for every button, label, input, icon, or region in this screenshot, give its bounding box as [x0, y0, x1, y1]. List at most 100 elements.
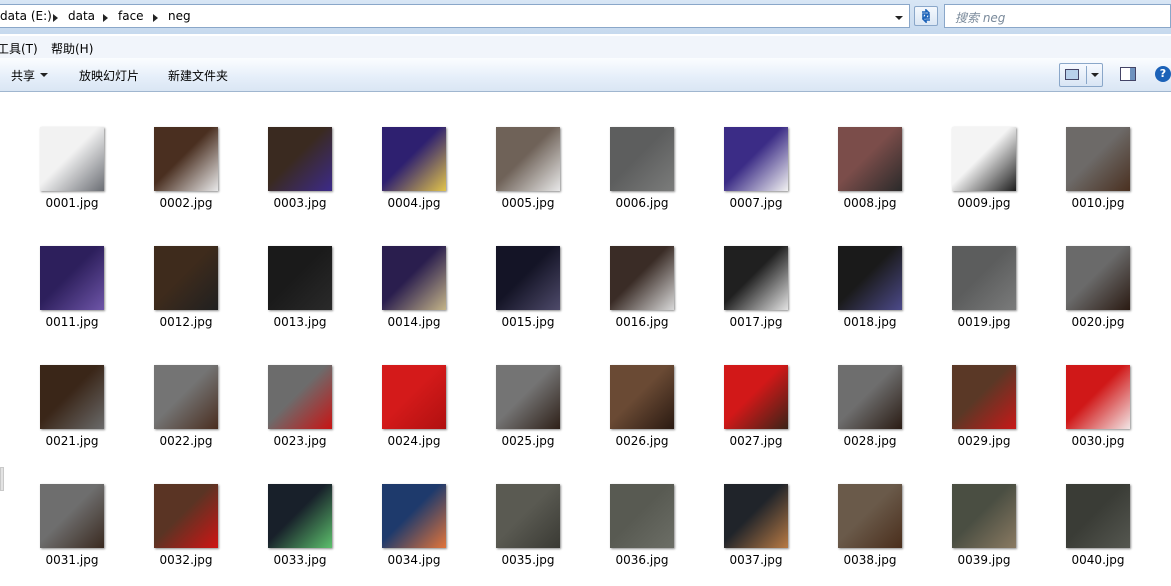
- file-item[interactable]: 0036.jpg: [597, 484, 687, 584]
- menu-tools[interactable]: 工具(T): [0, 40, 38, 57]
- file-item[interactable]: 0034.jpg: [369, 484, 459, 584]
- breadcrumb-separator-icon[interactable]: [153, 14, 158, 22]
- file-item[interactable]: 0010.jpg: [1053, 127, 1143, 227]
- thumbnail-image: [838, 246, 902, 310]
- file-name: 0019.jpg: [957, 315, 1011, 329]
- thumbnail-image: [382, 127, 446, 191]
- refresh-icon: [921, 9, 931, 23]
- menu-help[interactable]: 帮助(H): [51, 40, 93, 57]
- file-name: 0039.jpg: [957, 553, 1011, 567]
- file-item[interactable]: 0004.jpg: [369, 127, 459, 227]
- thumbnail-image: [724, 246, 788, 310]
- thumbnail-image: [496, 365, 560, 429]
- file-item[interactable]: 0032.jpg: [141, 484, 231, 584]
- file-name: 0037.jpg: [729, 553, 783, 567]
- file-item[interactable]: 0021.jpg: [27, 365, 117, 465]
- slideshow-button[interactable]: 放映幻灯片: [79, 67, 139, 84]
- help-icon[interactable]: ?: [1155, 66, 1171, 82]
- thumbnail-image: [40, 484, 104, 548]
- file-item[interactable]: 0017.jpg: [711, 246, 801, 346]
- file-name: 0017.jpg: [729, 315, 783, 329]
- file-item[interactable]: 0019.jpg: [939, 246, 1029, 346]
- breadcrumb-face[interactable]: face: [118, 9, 144, 23]
- file-item[interactable]: 0014.jpg: [369, 246, 459, 346]
- new-folder-button[interactable]: 新建文件夹: [168, 67, 228, 84]
- file-item[interactable]: 0020.jpg: [1053, 246, 1143, 346]
- file-item[interactable]: 0035.jpg: [483, 484, 573, 584]
- file-item[interactable]: 0033.jpg: [255, 484, 345, 584]
- file-item[interactable]: 0039.jpg: [939, 484, 1029, 584]
- file-item[interactable]: 0018.jpg: [825, 246, 915, 346]
- file-name: 0013.jpg: [273, 315, 327, 329]
- thumbnail-image: [382, 484, 446, 548]
- file-item[interactable]: 0037.jpg: [711, 484, 801, 584]
- file-name: 0001.jpg: [45, 196, 99, 210]
- file-name: 0026.jpg: [615, 434, 669, 448]
- file-item[interactable]: 0009.jpg: [939, 127, 1029, 227]
- share-dropdown-icon[interactable]: [40, 73, 48, 77]
- file-item[interactable]: 0003.jpg: [255, 127, 345, 227]
- share-button[interactable]: 共享: [11, 67, 35, 84]
- breadcrumb-neg[interactable]: neg: [168, 9, 191, 23]
- file-item[interactable]: 0016.jpg: [597, 246, 687, 346]
- file-item[interactable]: 0030.jpg: [1053, 365, 1143, 465]
- thumbnail-image: [1066, 365, 1130, 429]
- view-dropdown-icon[interactable]: [1091, 73, 1099, 77]
- file-item[interactable]: 0031.jpg: [27, 484, 117, 584]
- file-item[interactable]: 0025.jpg: [483, 365, 573, 465]
- thumbnail-image: [952, 127, 1016, 191]
- thumbnail-image: [952, 484, 1016, 548]
- file-name: 0038.jpg: [843, 553, 897, 567]
- file-item[interactable]: 0024.jpg: [369, 365, 459, 465]
- preview-pane-icon[interactable]: [1120, 67, 1136, 81]
- file-item[interactable]: 0022.jpg: [141, 365, 231, 465]
- thumbnail-image: [610, 127, 674, 191]
- thumbnail-image: [382, 246, 446, 310]
- address-dropdown-icon[interactable]: [895, 16, 903, 20]
- breadcrumb-separator-icon[interactable]: [103, 14, 108, 22]
- file-item[interactable]: 0008.jpg: [825, 127, 915, 227]
- thumbnail-image: [268, 365, 332, 429]
- file-name: 0030.jpg: [1071, 434, 1125, 448]
- file-name: 0021.jpg: [45, 434, 99, 448]
- change-view-button[interactable]: [1059, 63, 1103, 87]
- file-name: 0018.jpg: [843, 315, 897, 329]
- file-item[interactable]: 0029.jpg: [939, 365, 1029, 465]
- file-item[interactable]: 0005.jpg: [483, 127, 573, 227]
- file-item[interactable]: 0007.jpg: [711, 127, 801, 227]
- file-item[interactable]: 0038.jpg: [825, 484, 915, 584]
- file-item[interactable]: 0023.jpg: [255, 365, 345, 465]
- search-placeholder: 搜索 neg: [955, 11, 1006, 25]
- breadcrumb-separator-icon[interactable]: [53, 14, 58, 22]
- file-name: 0029.jpg: [957, 434, 1011, 448]
- file-item[interactable]: 0027.jpg: [711, 365, 801, 465]
- file-item[interactable]: 0028.jpg: [825, 365, 915, 465]
- file-item[interactable]: 0011.jpg: [27, 246, 117, 346]
- refresh-button[interactable]: [914, 6, 938, 26]
- file-item[interactable]: 0040.jpg: [1053, 484, 1143, 584]
- thumbnail-image: [40, 246, 104, 310]
- file-item[interactable]: 0002.jpg: [141, 127, 231, 227]
- thumbnail-image: [496, 246, 560, 310]
- address-bar[interactable]: data (E:) data face neg: [0, 4, 910, 28]
- file-name: 0009.jpg: [957, 196, 1011, 210]
- file-item[interactable]: 0013.jpg: [255, 246, 345, 346]
- file-name: 0023.jpg: [273, 434, 327, 448]
- file-item[interactable]: 0001.jpg: [27, 127, 117, 227]
- thumbnail-image: [1066, 484, 1130, 548]
- thumbnail-image: [382, 365, 446, 429]
- thumbnail-image: [268, 484, 332, 548]
- splitter-handle[interactable]: [0, 467, 4, 491]
- thumbnail-image: [40, 365, 104, 429]
- file-name: 0003.jpg: [273, 196, 327, 210]
- breadcrumb-data[interactable]: data: [68, 9, 95, 23]
- file-item[interactable]: 0026.jpg: [597, 365, 687, 465]
- thumbnail-image: [154, 365, 218, 429]
- file-item[interactable]: 0006.jpg: [597, 127, 687, 227]
- file-item[interactable]: 0015.jpg: [483, 246, 573, 346]
- file-item[interactable]: 0012.jpg: [141, 246, 231, 346]
- file-name: 0015.jpg: [501, 315, 555, 329]
- file-name: 0020.jpg: [1071, 315, 1125, 329]
- search-input[interactable]: 搜索 neg: [944, 4, 1171, 28]
- breadcrumb-drive[interactable]: data (E:): [0, 9, 52, 23]
